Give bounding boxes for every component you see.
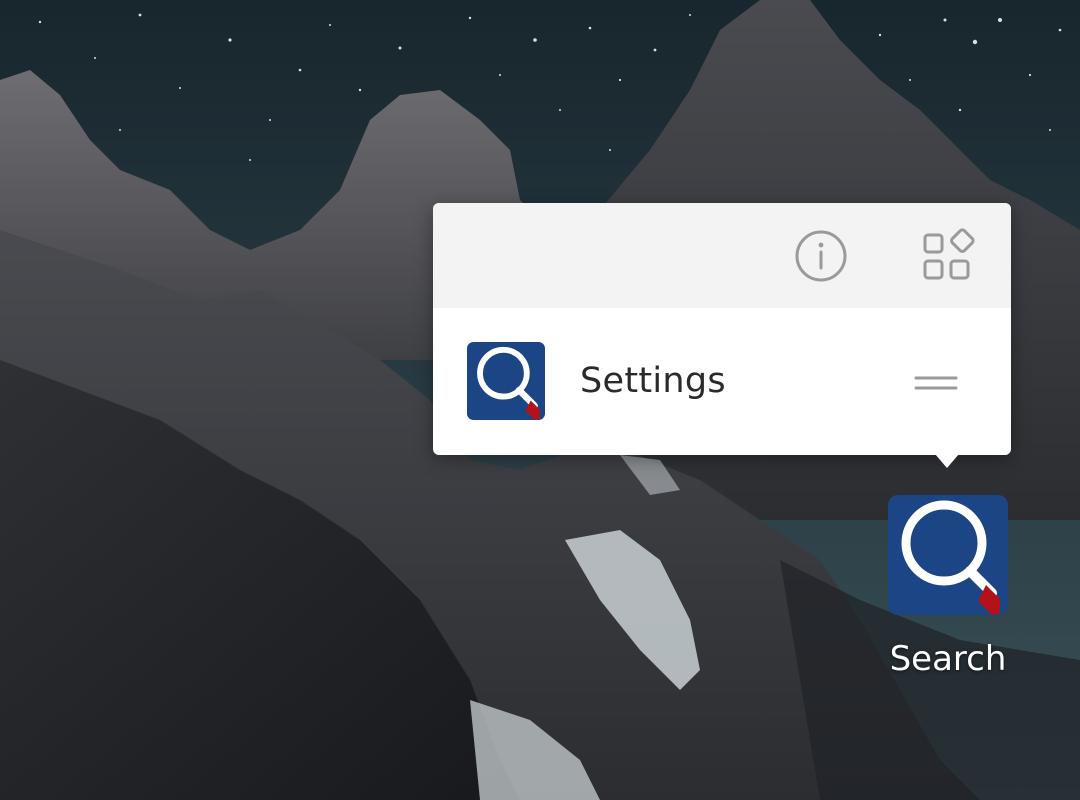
home-screen: Settings Search [0,0,1080,800]
shortcut-label: Settings [580,361,726,401]
info-circle-icon[interactable] [792,227,850,285]
search-magnifier-icon [467,342,545,420]
desktop-app-search[interactable]: Search [870,495,1026,695]
widgets-grid-icon[interactable] [919,227,977,285]
desktop-app-label: Search [889,639,1007,679]
shortcut-item-settings[interactable]: Settings [433,308,1011,455]
search-magnifier-icon[interactable] [888,495,1008,615]
popup-pointer [935,454,959,468]
app-shortcut-popup: Settings [433,203,1011,455]
drag-handle-icon[interactable] [913,368,959,398]
popup-header [433,203,1011,308]
